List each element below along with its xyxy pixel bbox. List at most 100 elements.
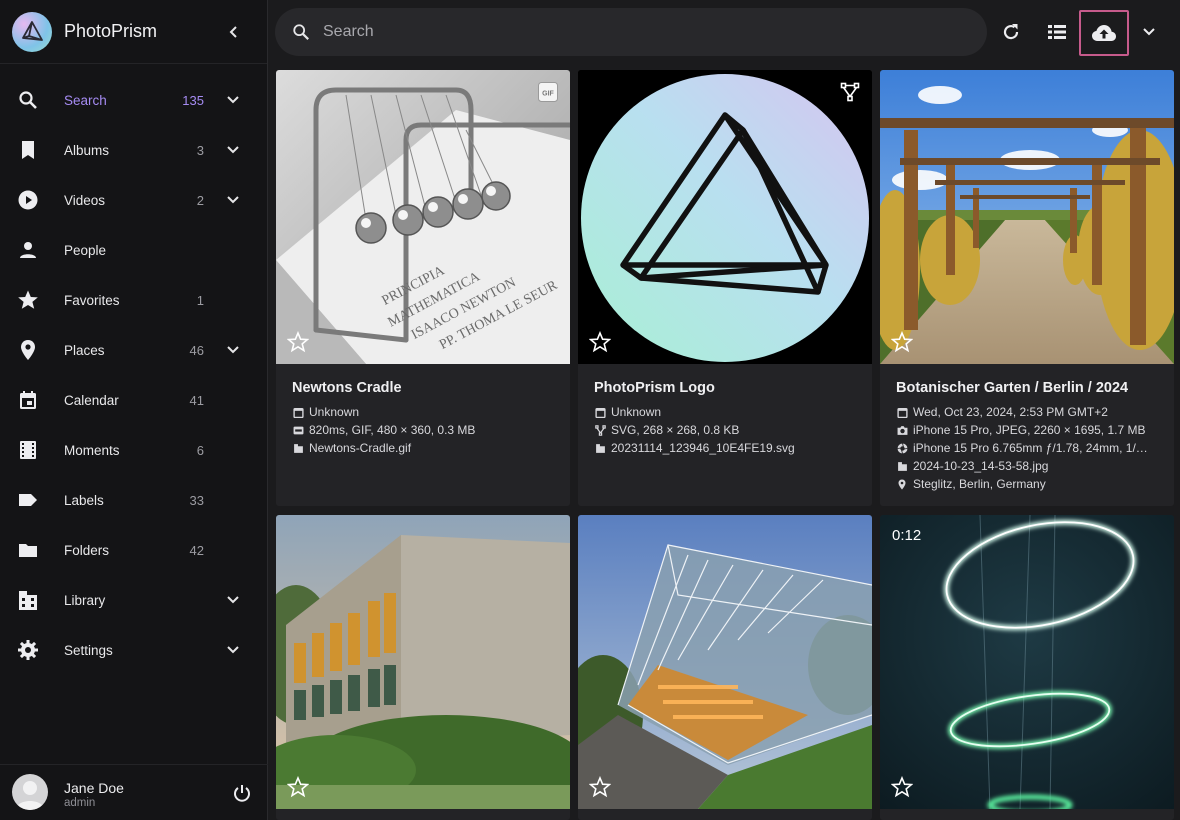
photo-thumbnail[interactable] <box>880 70 1174 364</box>
chevron-left-icon <box>229 26 237 38</box>
vector-badge-icon[interactable] <box>840 82 860 102</box>
sidebar-item-labels[interactable]: Labels 33 <box>0 475 268 525</box>
sidebar-item-videos[interactable]: Videos 2 <box>0 175 268 225</box>
sidebar-item-settings[interactable]: Settings <box>0 625 268 675</box>
film-icon <box>16 438 40 462</box>
meta-filename: Newtons-Cradle.gif <box>309 441 412 455</box>
map-pin-icon <box>896 478 908 490</box>
reload-button[interactable] <box>991 12 1031 52</box>
chevron-down-icon[interactable] <box>221 638 245 662</box>
chevron-down-icon[interactable] <box>221 138 245 162</box>
photo-card[interactable] <box>578 515 872 820</box>
sidebar-item-moments[interactable]: Moments 6 <box>0 425 268 475</box>
calendar-icon <box>16 388 40 412</box>
logout-button[interactable] <box>230 781 254 805</box>
favorite-star-icon[interactable] <box>891 331 913 353</box>
sidebar-item-count: 135 <box>182 92 204 108</box>
more-options-button[interactable] <box>1129 12 1169 52</box>
meta-lens: iPhone 15 Pro 6.765mm ƒ/1.78, 24mm, 1/… <box>913 441 1148 455</box>
calendar-icon <box>594 406 606 418</box>
video-duration: 0:12 <box>892 527 922 544</box>
calendar-icon <box>292 406 304 418</box>
favorite-star-icon[interactable] <box>287 331 309 353</box>
photo-card[interactable]: PRINCIPIA MATHEMATICA ISAACO NEWTON PP. THO… <box>276 70 570 506</box>
sidebar-item-places[interactable]: Places 46 <box>0 325 268 375</box>
concrete-building-image <box>276 515 570 809</box>
meta-row: Newtons-Cradle.gif <box>292 439 554 457</box>
list-view-icon <box>1048 25 1066 39</box>
sidebar-item-library[interactable]: Library <box>0 575 268 625</box>
photoprism-logo-image <box>578 70 872 364</box>
meta-file-info: SVG, 268 × 268, 0.8 KB <box>611 423 740 437</box>
file-icon <box>292 442 304 454</box>
photo-title[interactable]: PhotoPrism Logo <box>594 380 856 396</box>
sidebar-item-label: Library <box>64 592 106 608</box>
meta-row: SVG, 268 × 268, 0.8 KB <box>594 421 856 439</box>
favorite-star-icon[interactable] <box>589 331 611 353</box>
photo-card[interactable]: Botanischer Garten / Berlin / 2024 Wed, … <box>880 70 1174 506</box>
sidebar-item-people[interactable]: People <box>0 225 268 275</box>
star-icon <box>16 288 40 312</box>
meta-camera: iPhone 15 Pro, JPEG, 2260 × 1695, 1.7 MB <box>913 423 1146 437</box>
power-icon <box>234 785 250 802</box>
meta-row: iPhone 15 Pro, JPEG, 2260 × 1695, 1.7 MB <box>896 421 1158 439</box>
meta-filename: 20231114_123946_10E4FE19.svg <box>611 441 795 455</box>
photo-thumbnail[interactable] <box>578 70 872 364</box>
video-card[interactable]: 0:12 <box>880 515 1174 820</box>
sidebar-item-count: 46 <box>189 342 204 358</box>
garden-pergola-image <box>880 70 1174 364</box>
bookmark-icon <box>16 138 40 162</box>
favorite-star-icon[interactable] <box>589 776 611 798</box>
sidebar-item-favorites[interactable]: Favorites 1 <box>0 275 268 325</box>
meta-row: Unknown <box>594 403 856 421</box>
sidebar-item-label: Albums <box>64 142 110 158</box>
sidebar-item-label: Videos <box>64 192 106 208</box>
sidebar-item-folders[interactable]: Folders 42 <box>0 525 268 575</box>
collapse-sidebar-button[interactable] <box>222 20 246 44</box>
search-bar <box>275 8 987 56</box>
chevron-down-icon[interactable] <box>221 188 245 212</box>
meta-file-info: 820ms, GIF, 480 × 360, 0.3 MB <box>309 423 476 437</box>
meta-location: Steglitz, Berlin, Germany <box>913 477 1046 491</box>
chevron-down-icon[interactable] <box>221 338 245 362</box>
folder-icon <box>16 538 40 562</box>
newtons-cradle-image: PRINCIPIAMATHEMATICAISAACO NEWTONPP. THO… <box>276 70 570 364</box>
gif-badge-icon[interactable]: GIF <box>538 82 558 102</box>
sidebar-item-search[interactable]: Search 135 <box>0 75 268 125</box>
chevron-down-icon[interactable] <box>221 88 245 112</box>
sidebar-item-albums[interactable]: Albums 3 <box>0 125 268 175</box>
video-thumbnail[interactable]: 0:12 <box>880 515 1174 809</box>
favorite-star-icon[interactable] <box>287 776 309 798</box>
vector-icon <box>594 424 606 436</box>
photo-card[interactable] <box>276 515 570 820</box>
search-icon <box>16 88 40 112</box>
play-circle-icon <box>16 188 40 212</box>
chevron-down-icon[interactable] <box>221 588 245 612</box>
photo-thumbnail[interactable] <box>276 515 570 809</box>
label-tag-icon <box>16 488 40 512</box>
avatar[interactable] <box>12 774 48 810</box>
search-input[interactable] <box>323 18 963 46</box>
sidebar-item-count: 2 <box>196 192 204 208</box>
cloud-upload-icon <box>1092 25 1116 41</box>
photo-title[interactable]: Botanischer Garten / Berlin / 2024 <box>896 380 1158 396</box>
upload-button[interactable] <box>1079 10 1129 56</box>
photo-card[interactable]: PhotoPrism Logo Unknown SVG, 268 × 268, … <box>578 70 872 506</box>
photo-thumbnail[interactable]: PRINCIPIA MATHEMATICA ISAACO NEWTON PP. THO… <box>276 70 570 364</box>
gif-icon <box>292 424 304 436</box>
search-icon <box>289 20 313 44</box>
chevron-down-icon <box>1143 28 1155 36</box>
sidebar-item-count: 33 <box>189 492 204 508</box>
photo-info: Newtons Cradle Unknown 820ms, GIF, 480 ×… <box>276 364 570 457</box>
photoprism-logo-icon[interactable] <box>12 11 52 52</box>
photo-thumbnail[interactable] <box>578 515 872 809</box>
favorite-star-icon[interactable] <box>891 776 913 798</box>
sidebar-item-calendar[interactable]: Calendar 41 <box>0 375 268 425</box>
aperture-icon <box>896 442 908 454</box>
photo-title[interactable]: Newtons Cradle <box>292 380 554 396</box>
list-view-button[interactable] <box>1037 12 1077 52</box>
app-title: PhotoPrism <box>64 21 158 41</box>
meta-row: Wed, Oct 23, 2024, 2:53 PM GMT+2 <box>896 403 1158 421</box>
refresh-icon <box>1003 24 1019 40</box>
sidebar-item-count: 3 <box>196 142 204 158</box>
